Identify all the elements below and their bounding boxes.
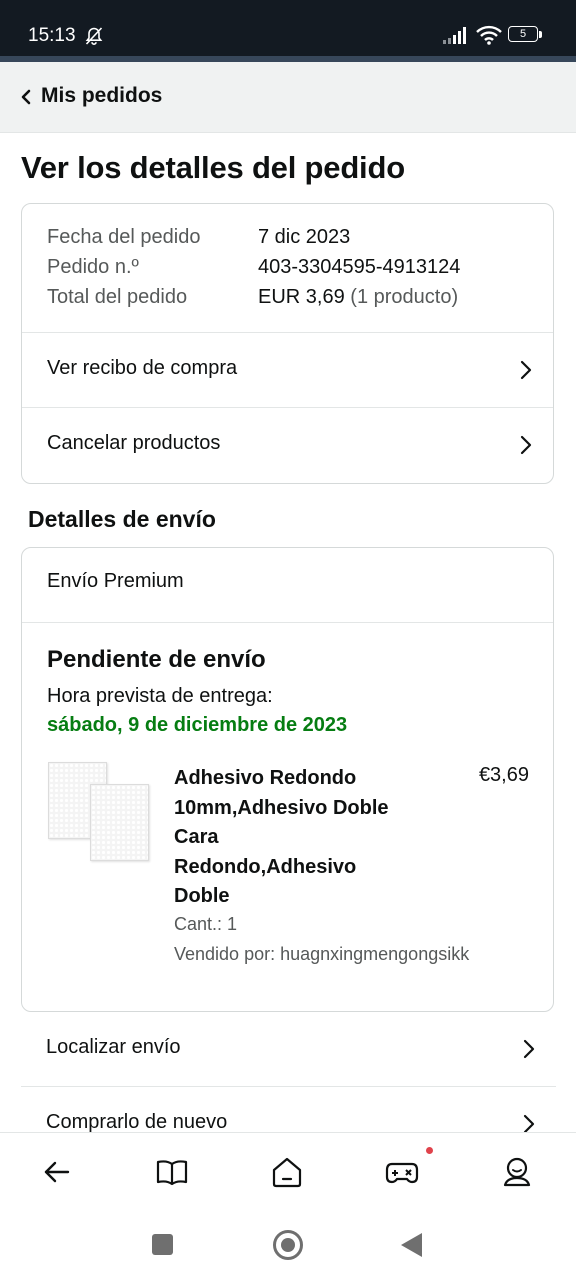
battery-level: 5 xyxy=(519,28,527,40)
cancel-products-row[interactable]: Cancelar productos xyxy=(22,408,553,482)
system-home-icon[interactable] xyxy=(273,1230,303,1260)
home-icon[interactable] xyxy=(270,1155,304,1189)
battery-icon: 5 xyxy=(508,26,544,44)
order-date-value: 7 dic 2023 xyxy=(258,226,351,248)
gamepad-icon[interactable] xyxy=(385,1155,419,1189)
order-total-value: EUR 3,69 (1 producto) xyxy=(258,286,458,309)
notification-dot xyxy=(426,1147,433,1154)
recent-apps-icon[interactable] xyxy=(152,1234,173,1255)
shipment-card: Envío Premium Pendiente de envío Hora pr… xyxy=(21,547,554,1012)
chevron-right-icon xyxy=(523,1039,535,1059)
status-bar: 15:13 5 xyxy=(0,0,576,56)
bottom-navigation xyxy=(0,1132,576,1211)
total-count: (1 producto) xyxy=(350,286,459,308)
product-title[interactable]: Adhesivo Redondo 10mm,Adhesivo Doble Car… xyxy=(174,764,404,912)
order-summary-card: Fecha del pedido 7 dic 2023 Pedido n.º 4… xyxy=(21,203,554,484)
system-navigation xyxy=(0,1210,576,1280)
order-number-value: 403-3304595-4913124 xyxy=(258,256,461,278)
shipping-type: Envío Premium xyxy=(47,570,184,592)
eta-label: Hora prevista de entrega: xyxy=(47,685,273,707)
product-seller: Vendido por: huagnxingmengongsikk xyxy=(174,944,470,964)
view-receipt-row[interactable]: Ver recibo de compra xyxy=(22,333,553,407)
page-title: Ver los detalles del pedido xyxy=(21,150,405,185)
sticker-sheet-image xyxy=(90,784,149,861)
track-shipment-row[interactable]: Localizar envío xyxy=(21,1012,556,1086)
system-back-icon[interactable] xyxy=(401,1233,422,1257)
shipping-section-title: Detalles de envío xyxy=(28,506,216,532)
back-link-label[interactable]: Mis pedidos xyxy=(41,84,162,108)
product-quantity: Cant.: 1 xyxy=(174,914,238,934)
product-thumbnail[interactable] xyxy=(48,762,152,862)
order-number-label: Pedido n.º xyxy=(47,256,139,278)
wifi-icon xyxy=(476,25,502,45)
buy-again-label[interactable]: Comprarlo de nuevo xyxy=(46,1111,227,1134)
order-date-label: Fecha del pedido xyxy=(47,226,201,248)
profile-icon[interactable] xyxy=(500,1155,534,1189)
view-receipt-label[interactable]: Ver recibo de compra xyxy=(47,357,237,380)
bell-off-icon xyxy=(85,27,103,45)
back-nav[interactable]: Mis pedidos xyxy=(0,62,576,133)
signal-icon xyxy=(443,27,466,44)
total-amount: EUR 3,69 xyxy=(258,286,345,308)
shipment-status: Pendiente de envío xyxy=(47,646,266,673)
cancel-products-label[interactable]: Cancelar productos xyxy=(47,432,220,455)
order-total-label: Total del pedido xyxy=(47,286,188,308)
back-arrow-icon[interactable] xyxy=(40,1155,74,1189)
chevron-right-icon xyxy=(520,360,532,380)
product-price: €3,69 xyxy=(478,764,529,786)
divider xyxy=(22,622,553,623)
book-icon[interactable] xyxy=(155,1155,189,1189)
chevron-left-icon xyxy=(21,89,31,105)
track-shipment-label[interactable]: Localizar envío xyxy=(46,1036,181,1059)
status-time: 15:13 xyxy=(28,25,76,46)
eta-date: sábado, 9 de diciembre de 2023 xyxy=(47,714,348,736)
chevron-right-icon xyxy=(520,435,532,455)
